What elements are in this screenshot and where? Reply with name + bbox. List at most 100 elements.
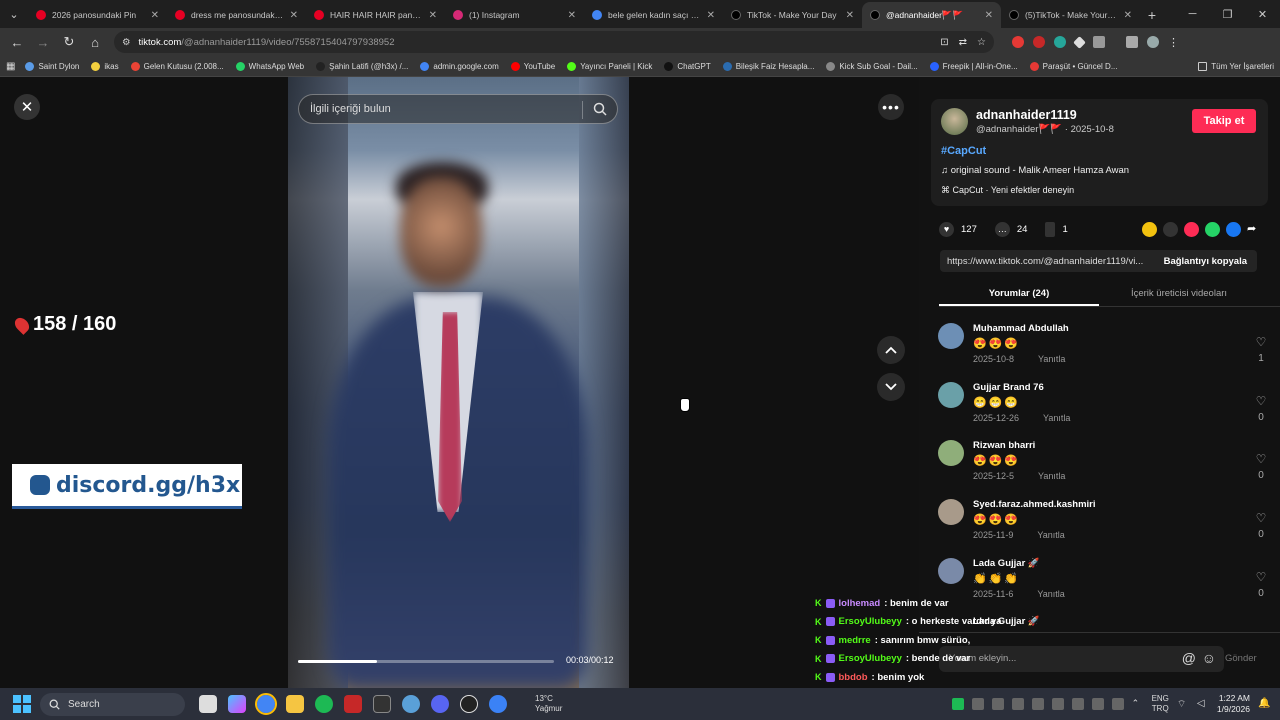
- tray-app3-icon[interactable]: [991, 698, 1004, 710]
- back-icon[interactable]: ←: [6, 31, 28, 53]
- tab-close-icon[interactable]: ✕: [568, 10, 576, 21]
- language-indicator[interactable]: ENG TRQ: [1152, 694, 1169, 714]
- start-menu-icon[interactable]: [13, 695, 31, 713]
- comment-heart-icon[interactable]: ♡: [1254, 394, 1268, 408]
- mention-icon[interactable]: @: [1182, 650, 1196, 666]
- reply-button[interactable]: Yanıtla: [1043, 413, 1070, 423]
- bookmark-item[interactable]: Paraşüt • Güncel D...: [1029, 61, 1118, 71]
- commenter-name[interactable]: Rizwan bharri: [973, 440, 1035, 451]
- volume-icon[interactable]: ◁: [1197, 698, 1209, 710]
- save-stat[interactable]: 1: [1045, 221, 1068, 237]
- bookmark-item[interactable]: Gelen Kutusu (2.008...: [130, 61, 224, 71]
- comment-heart-icon[interactable]: ♡: [1254, 452, 1268, 466]
- commenter-avatar[interactable]: [938, 323, 964, 349]
- commenter-avatar[interactable]: [938, 440, 964, 467]
- more-options-button[interactable]: •••: [878, 94, 904, 120]
- discord-app-icon[interactable]: [431, 695, 449, 713]
- tab-close-icon[interactable]: ✕: [429, 10, 437, 21]
- obs-icon[interactable]: [460, 695, 478, 713]
- tab-close-icon[interactable]: ✕: [151, 10, 159, 21]
- notification-bell-icon[interactable]: 🔔: [1258, 698, 1270, 710]
- related-search-input[interactable]: İlgili içeriği bulun: [298, 94, 618, 124]
- next-video-button[interactable]: [877, 373, 905, 401]
- commenter-name[interactable]: Syed.faraz.ahmed.kashmiri: [973, 499, 1096, 510]
- hashtag-link[interactable]: #CapCut: [941, 145, 986, 157]
- app-red-icon[interactable]: [344, 695, 362, 713]
- reply-button[interactable]: Yanıtla: [1038, 354, 1065, 364]
- commenter-name[interactable]: Muhammad Abdullah: [973, 323, 1069, 334]
- commenter-avatar[interactable]: [938, 499, 964, 526]
- browser-tab[interactable]: TikTok - Make Your Day ✕: [723, 2, 862, 28]
- send-button[interactable]: Gönder: [1225, 653, 1257, 664]
- home-icon[interactable]: ⌂: [84, 31, 106, 53]
- extension-teal-icon[interactable]: [1054, 36, 1066, 48]
- bookmark-item[interactable]: ChatGPT: [664, 61, 711, 71]
- all-bookmarks[interactable]: Tüm Yer İşaretleri: [1198, 61, 1274, 71]
- reply-button[interactable]: Yanıtla: [1038, 471, 1065, 481]
- tab-comments[interactable]: Yorumlar (24): [939, 282, 1099, 306]
- tray-app-icon[interactable]: [951, 698, 964, 710]
- search-icon[interactable]: [593, 102, 607, 116]
- bookmark-item[interactable]: Yayıncı Paneli | Kick: [567, 61, 652, 71]
- extensions-puzzle-icon[interactable]: [1093, 36, 1105, 48]
- comment-heart-icon[interactable]: ♡: [1254, 511, 1268, 525]
- tray-app2-icon[interactable]: [971, 698, 984, 710]
- weather-widget[interactable]: 13°C Yağmur: [535, 694, 562, 714]
- close-window-icon[interactable]: ✕: [1245, 8, 1280, 21]
- video-player[interactable]: [288, 77, 629, 688]
- network-icon[interactable]: [402, 695, 420, 713]
- address-bar[interactable]: ⚙ tiktok.com/@adnanhaider1119/video/7558…: [114, 31, 994, 53]
- clock[interactable]: 1:22 AM 1/9/2026: [1217, 693, 1250, 715]
- whatsapp-icon[interactable]: [1205, 221, 1220, 237]
- share-link-url[interactable]: https://www.tiktok.com/@adnanhaider1119/…: [940, 256, 1162, 267]
- bookmark-item[interactable]: Kick Sub Goal - Dail...: [826, 61, 918, 71]
- share-send-icon[interactable]: [1184, 221, 1199, 237]
- tray-chevron-icon[interactable]: ⌃: [1132, 698, 1144, 710]
- translate-icon[interactable]: ⇄: [959, 37, 967, 48]
- video-progress-bar[interactable]: [298, 660, 554, 663]
- commenter-avatar[interactable]: [938, 557, 964, 584]
- extension-diamond-icon[interactable]: [1073, 35, 1086, 49]
- tray-app4-icon[interactable]: [1011, 698, 1024, 710]
- taskbar-search[interactable]: Search: [40, 692, 185, 716]
- share-arrow-icon[interactable]: ➦: [1247, 222, 1259, 237]
- bookmark-item[interactable]: ikas: [91, 61, 119, 71]
- terminal-icon[interactable]: [373, 695, 391, 713]
- tab-close-icon[interactable]: ✕: [707, 10, 715, 21]
- embed-icon[interactable]: [1163, 221, 1178, 237]
- site-info-icon[interactable]: ⚙: [122, 37, 131, 48]
- capcut-link[interactable]: ⌘ CapCut · Yeni efektler deneyin: [941, 185, 1074, 196]
- reading-list-icon[interactable]: [1126, 36, 1138, 48]
- browser-tab[interactable]: HAIR HAIR HAIR panosundaki ✕: [306, 2, 445, 28]
- comment-heart-icon[interactable]: ♡: [1254, 570, 1268, 584]
- reload-icon[interactable]: ↻: [58, 31, 80, 53]
- tab-creator-videos[interactable]: İçerik üreticisi videoları: [1099, 282, 1259, 306]
- bookmark-item[interactable]: Saint Dylon: [25, 61, 79, 71]
- sound-link[interactable]: ♫ original sound - Malik Ameer Hamza Awa…: [941, 165, 1129, 176]
- tray-app7-icon[interactable]: [1091, 698, 1104, 710]
- tab-close-icon[interactable]: ✕: [290, 10, 298, 21]
- close-video-button[interactable]: ✕: [14, 94, 40, 120]
- author-avatar[interactable]: [941, 108, 968, 135]
- tab-close-icon[interactable]: ✕: [1124, 10, 1132, 21]
- bookmark-item[interactable]: Şahin Latifi (@h3x) /...: [316, 61, 408, 71]
- forward-icon[interactable]: →: [32, 31, 54, 53]
- facebook-icon[interactable]: [1226, 221, 1241, 237]
- bookmark-item[interactable]: admin.google.com: [420, 61, 499, 71]
- commenter-avatar[interactable]: [938, 381, 964, 408]
- tray-steam-icon[interactable]: [1051, 698, 1064, 710]
- follow-button[interactable]: Takip et: [1192, 109, 1256, 133]
- share-emoji-icon[interactable]: [1142, 221, 1157, 237]
- extension-red-icon[interactable]: [1012, 36, 1024, 48]
- comment-stat[interactable]: … 24: [994, 221, 1027, 237]
- task-view-icon[interactable]: [199, 695, 217, 713]
- bookmark-item[interactable]: Bileşik Faiz Hesapla...: [722, 61, 814, 71]
- browser-tab[interactable]: (5)TikTok - Make Your Day ✕: [1001, 2, 1140, 28]
- emoji-icon[interactable]: ☺: [1202, 650, 1216, 666]
- tray-app5-icon[interactable]: [1031, 698, 1044, 710]
- browser-tab[interactable]: bele gelen kadın saçı - Go ✕: [584, 2, 723, 28]
- like-stat[interactable]: ♥ 127: [939, 221, 977, 237]
- install-app-icon[interactable]: ⊡: [940, 37, 948, 48]
- browser-tab[interactable]: 2026 panosundaki Pin ✕: [28, 2, 167, 28]
- tab-close-icon[interactable]: ✕: [985, 10, 993, 21]
